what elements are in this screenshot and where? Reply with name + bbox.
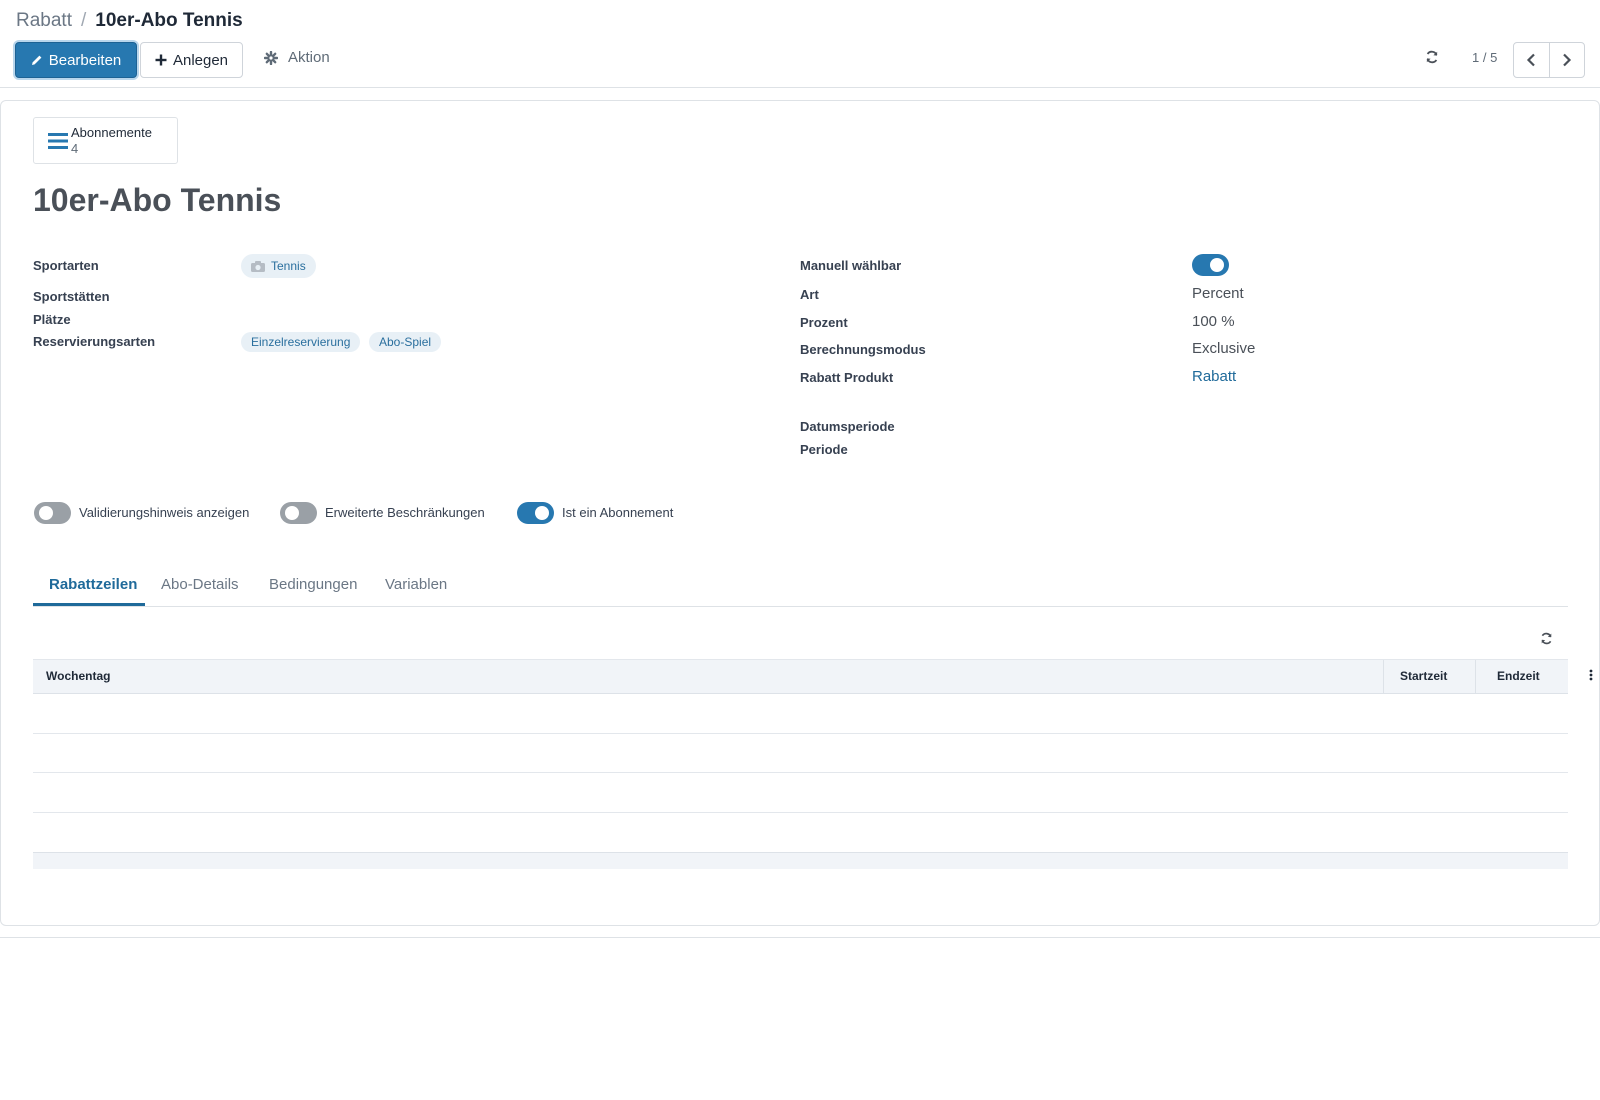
plus-icon: [155, 54, 167, 66]
breadcrumb: Rabatt / 10er-Abo Tennis: [16, 10, 243, 32]
control-panel: Rabatt / 10er-Abo Tennis Bearbeiten Anle…: [0, 0, 1600, 88]
prozent-label: Prozent: [800, 315, 848, 330]
table-row: [33, 772, 1568, 773]
toggle-knob: [535, 506, 549, 520]
reservierungsart-tag[interactable]: Einzelreservierung: [241, 332, 361, 352]
edit-button-label: Bearbeiten: [48, 51, 122, 69]
breadcrumb-current: 10er-Abo Tennis: [95, 10, 243, 31]
column-separator: [1475, 660, 1476, 694]
column-header-wochentag[interactable]: Wochentag: [46, 669, 110, 683]
sportarten-label: Sportarten: [33, 258, 99, 273]
plaetze-label: Plätze: [33, 312, 71, 327]
sportstaetten-label: Sportstätten: [33, 289, 110, 304]
vertical-dots-icon[interactable]: [1589, 669, 1593, 681]
berechnungsmodus-label: Berechnungsmodus: [800, 342, 926, 357]
pager-value[interactable]: 1 / 5: [1472, 50, 1497, 65]
berechnungsmodus-value: Exclusive: [1192, 340, 1256, 357]
table-header: Wochentag Startzeit Endzeit: [33, 659, 1593, 694]
ist-ein-abonnement-label: Ist ein Abonnement: [562, 505, 674, 520]
art-label: Art: [800, 287, 819, 302]
subscriptions-smart-button[interactable]: Abonnemente 4: [33, 117, 178, 164]
action-menu-label: Aktion: [288, 49, 330, 66]
datumsperiode-label: Datumsperiode: [800, 419, 895, 434]
erweiterte-beschraenkungen-toggle[interactable]: [280, 502, 317, 524]
camera-icon: [251, 260, 265, 272]
create-button-label: Anlegen: [172, 51, 229, 69]
sportarten-tag-label: Tennis: [271, 259, 306, 273]
validierungshinweis-label: Validierungshinweis anzeigen: [79, 505, 250, 520]
pager-previous-button[interactable]: [1514, 43, 1549, 77]
tab-bedingungen[interactable]: Bedingungen: [269, 576, 357, 593]
rabatt-produkt-link[interactable]: Rabatt: [1192, 368, 1236, 385]
edit-button[interactable]: Bearbeiten: [15, 42, 137, 78]
reservierungsart-tag[interactable]: Abo-Spiel: [369, 332, 442, 352]
tab-rabattzeilen[interactable]: Rabattzeilen: [49, 576, 137, 593]
column-separator: [1383, 660, 1384, 694]
breadcrumb-parent-link[interactable]: Rabatt: [16, 10, 72, 32]
prozent-value: 100 %: [1192, 313, 1235, 330]
refresh-icon[interactable]: [1540, 632, 1553, 645]
smart-button-label: Abonnemente: [71, 124, 152, 140]
tab-variablen[interactable]: Variablen: [385, 576, 447, 593]
action-menu[interactable]: Aktion: [264, 49, 330, 66]
create-button[interactable]: Anlegen: [140, 42, 243, 78]
toggle-knob: [1210, 258, 1224, 272]
chevron-left-icon: [1526, 53, 1536, 67]
column-header-endzeit[interactable]: Endzeit: [1497, 669, 1540, 683]
sportarten-tag[interactable]: Tennis: [241, 254, 316, 278]
rabatt-produkt-label: Rabatt Produkt: [800, 370, 894, 385]
table-row: [33, 812, 1568, 813]
validierungshinweis-toggle[interactable]: [34, 502, 71, 524]
refresh-icon[interactable]: [1425, 50, 1439, 64]
column-header-startzeit[interactable]: Startzeit: [1400, 669, 1447, 683]
table-row: [33, 733, 1568, 734]
active-tab-indicator: [33, 603, 145, 606]
breadcrumb-separator: /: [80, 10, 87, 31]
list-icon: [48, 132, 68, 150]
smart-button-text: Abonnemente 4: [71, 125, 152, 157]
erweiterte-beschraenkungen-label: Erweiterte Beschränkungen: [325, 505, 485, 520]
manuell-waehlbar-label: Manuell wählbar: [800, 258, 902, 273]
notebook-tabs: Rabattzeilen Abo-Details Bedingungen Var…: [33, 569, 1568, 607]
record-title: 10er-Abo Tennis: [33, 182, 282, 218]
toggle-knob: [39, 506, 53, 520]
pager-next-button[interactable]: [1548, 43, 1585, 77]
chevron-right-icon: [1562, 53, 1572, 67]
reservierungsarten-label: Reservierungsarten: [33, 334, 156, 349]
gear-icon: [264, 50, 278, 65]
tab-abo-details[interactable]: Abo-Details: [161, 576, 239, 593]
toggle-knob: [285, 506, 299, 520]
table-footer: [33, 852, 1568, 869]
pager-buttons: [1513, 42, 1585, 78]
periode-label: Periode: [800, 442, 848, 457]
divider: [0, 937, 1600, 938]
ist-ein-abonnement-toggle[interactable]: [517, 502, 554, 524]
pencil-icon: [31, 54, 43, 66]
manuell-waehlbar-toggle[interactable]: [1192, 254, 1229, 276]
art-value: Percent: [1192, 285, 1244, 302]
smart-button-count: 4: [71, 140, 79, 156]
